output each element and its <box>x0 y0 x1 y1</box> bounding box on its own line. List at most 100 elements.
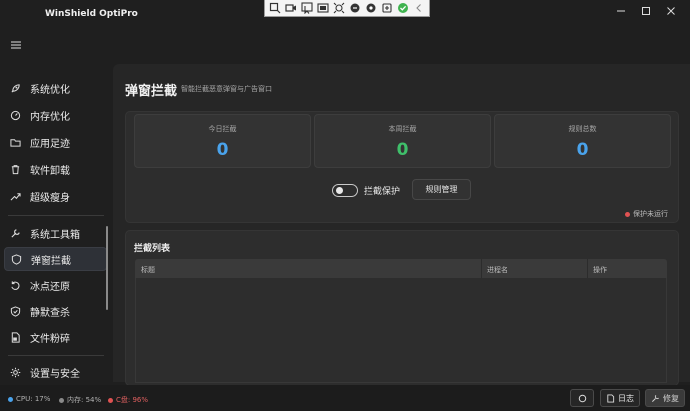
column-header-title[interactable]: 标题 <box>141 265 155 275</box>
region-capture-icon[interactable] <box>269 2 281 15</box>
rules-manage-button[interactable]: 规则管理 <box>412 179 471 200</box>
sidebar-item-uninstall[interactable]: 软件卸载 <box>4 157 107 181</box>
shield-icon <box>11 253 22 265</box>
sidebar-divider <box>8 215 104 216</box>
pointer-icon[interactable] <box>301 2 313 15</box>
maximize-button[interactable] <box>636 4 656 18</box>
video-icon[interactable] <box>285 2 297 15</box>
page-subtitle: 智能拦截恶意弹窗与广告窗口 <box>181 85 272 93</box>
window-capture-icon[interactable] <box>317 2 329 15</box>
column-divider[interactable] <box>587 259 588 278</box>
cpu-text: CPU: 17% <box>16 395 51 403</box>
shield-check-icon <box>10 305 21 317</box>
repair-button-label: 修复 <box>663 393 679 403</box>
sidebar-item-label: 超级瘦身 <box>30 192 70 204</box>
status-text: 保护未运行 <box>633 210 668 218</box>
sidebar-item-label: 弹窗拦截 <box>31 255 71 267</box>
sidebar-item-label: 静默查杀 <box>30 307 70 319</box>
share-icon[interactable] <box>365 2 377 15</box>
close-icon <box>667 7 675 15</box>
sidebar-item-label: 冰点还原 <box>30 281 70 293</box>
protection-toggle-label: 拦截保护 <box>364 187 401 197</box>
maximize-icon <box>642 7 650 15</box>
toggle-knob <box>336 187 343 194</box>
repair-button[interactable]: 修复 <box>645 389 685 407</box>
sidebar-item-slim[interactable]: 超级瘦身 <box>4 184 107 208</box>
sidebar-divider <box>8 355 104 356</box>
stat-label: 今日拦截 <box>208 125 237 133</box>
stat-label: 规则总数 <box>568 125 597 133</box>
app-title: WinShield OptiPro <box>45 9 138 19</box>
stat-week: 本周拦截 0 <box>314 114 491 168</box>
restore-icon <box>11 280 20 290</box>
stat-value: 0 <box>576 140 589 160</box>
block-list-title: 拦截列表 <box>134 244 171 254</box>
cpu-usage: CPU: 17% <box>8 395 50 403</box>
circle-icon <box>578 394 586 402</box>
rocket-icon <box>11 83 20 93</box>
folder-icon <box>10 138 21 147</box>
sidebar-item-label: 内存优化 <box>30 111 70 123</box>
sidebar-item-file-shred[interactable]: 文件粉碎 <box>4 325 107 349</box>
block-list-card: 拦截列表 标题 进程名 操作 <box>125 230 679 386</box>
cpu-dot <box>8 396 13 402</box>
trash-icon <box>11 164 20 174</box>
sidebar-item-label: 系统工具箱 <box>30 229 80 241</box>
collapse-icon[interactable] <box>413 2 425 15</box>
sidebar-item-popup-block[interactable]: 弹窗拦截 <box>4 247 107 271</box>
column-divider[interactable] <box>481 259 482 278</box>
sidebar-item-settings[interactable]: 设置与安全 <box>4 360 107 384</box>
sidebar-item-toolbox[interactable]: 系统工具箱 <box>4 221 107 245</box>
gear-icon <box>10 367 21 377</box>
stat-today: 今日拦截 0 <box>134 114 311 168</box>
sidebar-item-freeze-restore[interactable]: 冰点还原 <box>4 273 107 297</box>
status-bar: CPU: 17% 内存: 54% C盘: 96% 日志 修复 <box>0 385 690 411</box>
wrench-icon <box>11 228 20 238</box>
stat-rules: 规则总数 0 <box>494 114 671 168</box>
disk-text: C盘: 96% <box>116 396 149 404</box>
stat-value: 0 <box>396 140 409 160</box>
stat-value: 0 <box>216 140 229 160</box>
memory-dot <box>59 397 64 403</box>
memory-text: 内存: 54% <box>67 396 102 404</box>
main-panel: 弹窗拦截 智能拦截恶意弹窗与广告窗口 今日拦截 0 本周拦截 0 规则总数 0 … <box>113 64 690 386</box>
log-button[interactable]: 日志 <box>600 389 640 407</box>
memory-usage: 内存: 54% <box>59 395 101 405</box>
menu-icon[interactable] <box>10 39 22 51</box>
done-icon[interactable] <box>397 2 409 15</box>
freeform-capture-icon[interactable] <box>333 2 345 15</box>
column-header-action[interactable]: 操作 <box>593 265 607 275</box>
status-dot <box>625 211 630 217</box>
sidebar-item-label: 文件粉碎 <box>30 333 70 345</box>
wrench-icon <box>651 394 659 402</box>
minimize-button[interactable] <box>611 4 631 18</box>
gauge-icon <box>10 110 21 120</box>
sidebar: 系统优化 内存优化 应用足迹 软件卸载 超级瘦身 系统工具箱 弹窗拦截 冰点还原… <box>0 66 110 386</box>
disk-usage: C盘: 96% <box>108 395 148 405</box>
theme-button[interactable] <box>570 389 594 407</box>
column-header-process[interactable]: 进程名 <box>487 265 508 275</box>
protection-status: 保护未运行 <box>625 209 668 219</box>
protection-toggle[interactable] <box>332 184 358 197</box>
stat-label: 本周拦截 <box>388 125 417 133</box>
disk-dot <box>108 397 113 403</box>
table-body <box>135 278 667 383</box>
log-button-label: 日志 <box>618 393 634 403</box>
stats-card: 今日拦截 0 本周拦截 0 规则总数 0 拦截保护 规则管理 保护未运行 <box>125 111 679 223</box>
sidebar-item-label: 系统优化 <box>30 84 70 96</box>
page-title: 弹窗拦截 <box>125 84 178 99</box>
sidebar-item-label: 应用足迹 <box>30 138 70 150</box>
trend-icon <box>10 192 21 201</box>
sidebar-item-silent-scan[interactable]: 静默查杀 <box>4 299 107 323</box>
document-icon <box>607 393 615 403</box>
capture-toolbar <box>264 0 430 17</box>
link-icon[interactable] <box>349 2 361 15</box>
copy-icon[interactable] <box>381 2 393 15</box>
sidebar-item-system-optimize[interactable]: 系统优化 <box>4 76 107 100</box>
table-header: 标题 进程名 操作 <box>135 259 667 278</box>
close-button[interactable] <box>661 4 681 18</box>
sidebar-item-label: 设置与安全 <box>30 368 80 380</box>
sidebar-item-memory-optimize[interactable]: 内存优化 <box>4 103 107 127</box>
sidebar-scrollbar[interactable] <box>106 226 108 310</box>
sidebar-item-app-footprint[interactable]: 应用足迹 <box>4 130 107 154</box>
